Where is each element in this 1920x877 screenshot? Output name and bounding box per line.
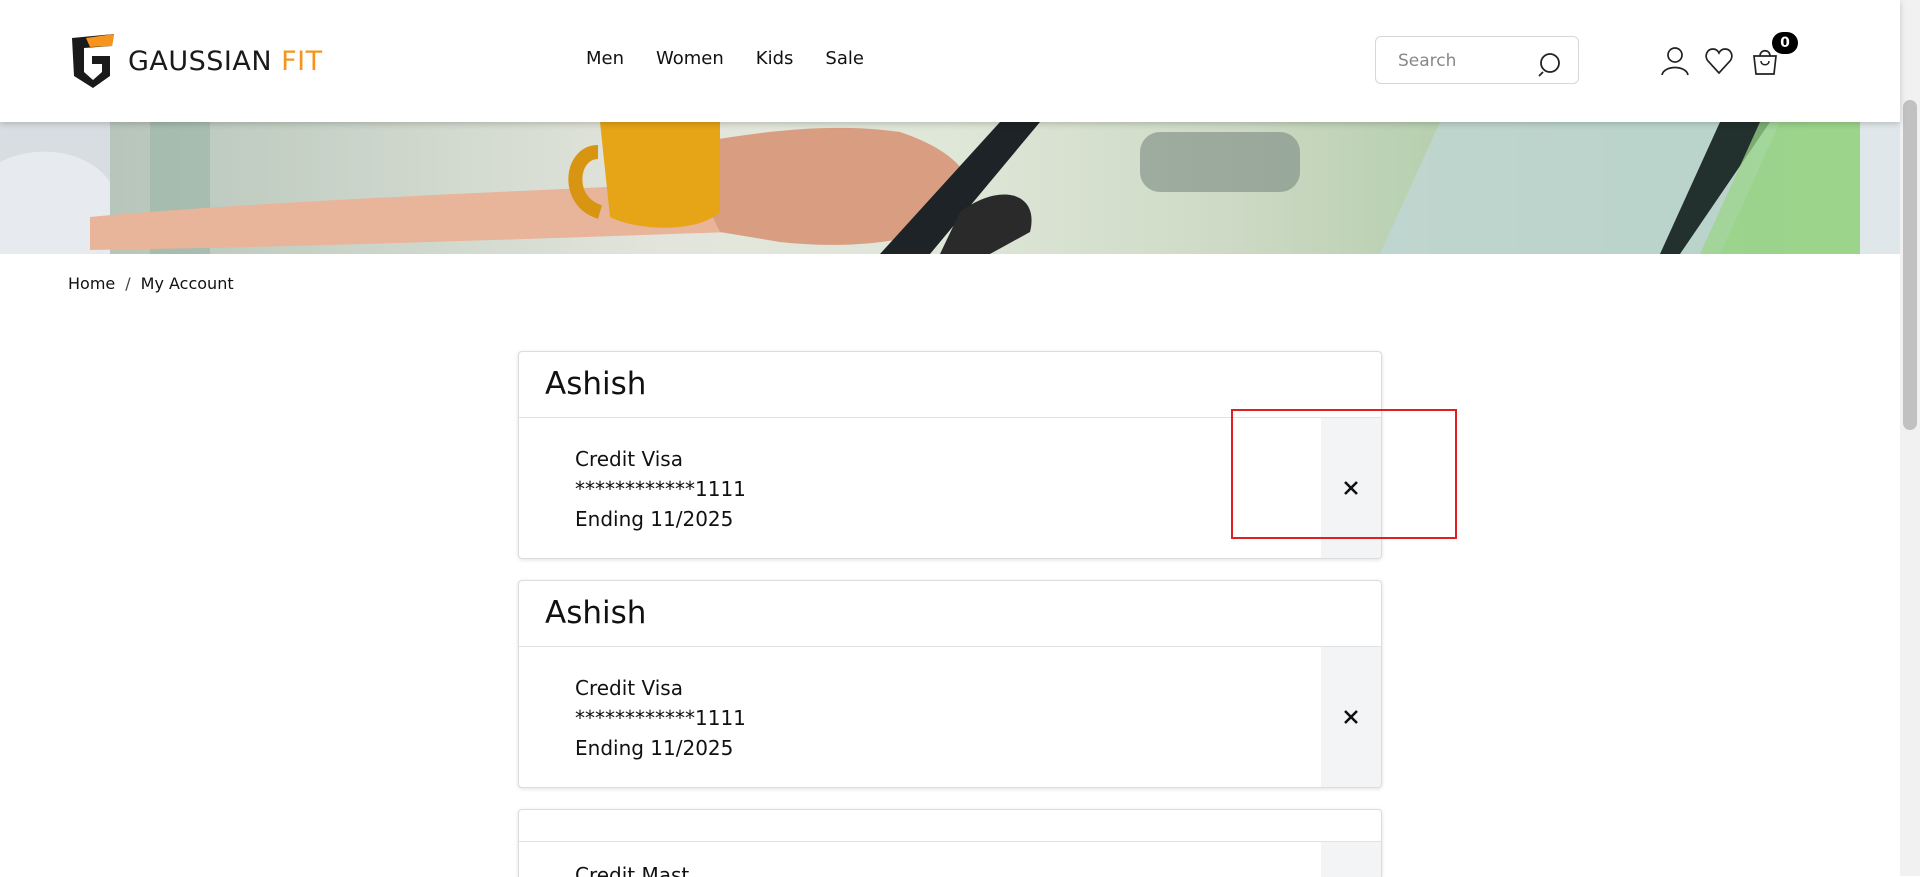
banner-photo-illustration <box>0 122 1900 254</box>
nav-sale[interactable]: Sale <box>825 48 864 69</box>
card-body: Credit Visa ************1111 Ending 11/2… <box>519 418 1381 558</box>
cardholder-name: Ashish <box>545 366 647 402</box>
brand-logo[interactable]: GAUSSIAN FIT <box>66 32 323 90</box>
search-icon[interactable] <box>1538 51 1564 77</box>
card-number: ************1111 <box>575 477 746 501</box>
card-type: Credit Visa <box>575 676 683 700</box>
payment-card: Ashish Credit Visa ************1111 Endi… <box>518 351 1382 559</box>
site-header: GAUSSIAN FIT Men Women Kids Sale 0 <box>0 0 1900 122</box>
nav-women[interactable]: Women <box>656 48 724 69</box>
cardholder-name: Ashish <box>545 595 647 631</box>
logo-brand-accent: FIT <box>281 45 323 77</box>
card-details: Credit Mast <box>575 860 689 877</box>
logo-text: GAUSSIAN FIT <box>128 46 323 77</box>
delete-card-button[interactable] <box>1321 842 1381 877</box>
breadcrumb-home[interactable]: Home <box>68 274 115 293</box>
card-header <box>519 810 1381 842</box>
payment-card: Credit Mast <box>518 809 1382 877</box>
logo-shield-icon <box>72 34 114 88</box>
card-details: Credit Visa ************1111 Ending 11/2… <box>575 444 746 534</box>
search-box <box>1375 36 1579 85</box>
close-icon <box>1344 481 1358 495</box>
card-body: Credit Visa ************1111 Ending 11/2… <box>519 647 1381 787</box>
card-expiry: Ending 11/2025 <box>575 507 734 531</box>
hero-banner-image <box>0 122 1900 254</box>
heart-icon[interactable] <box>1704 46 1734 76</box>
search-input[interactable] <box>1396 37 1530 85</box>
card-header: Ashish <box>519 352 1381 418</box>
card-header: Ashish <box>519 581 1381 647</box>
user-icon[interactable] <box>1660 46 1690 76</box>
nav-men[interactable]: Men <box>586 48 624 69</box>
card-expiry: Ending 11/2025 <box>575 736 734 760</box>
card-body: Credit Mast <box>519 842 1381 877</box>
nav-kids[interactable]: Kids <box>756 48 794 69</box>
scrollbar-thumb[interactable] <box>1903 100 1917 430</box>
breadcrumb-separator: / <box>125 274 131 293</box>
main-nav: Men Women Kids Sale <box>586 48 864 69</box>
page-scrollbar[interactable] <box>1900 0 1920 876</box>
card-number: ************1111 <box>575 706 746 730</box>
breadcrumb-current: My Account <box>140 274 234 293</box>
delete-card-button[interactable] <box>1321 647 1381 787</box>
delete-card-button[interactable] <box>1321 418 1381 558</box>
close-icon <box>1344 710 1358 724</box>
cart-count-badge: 0 <box>1772 32 1798 54</box>
card-type: Credit Mast <box>575 863 690 877</box>
card-type: Credit Visa <box>575 447 683 471</box>
payment-card: Ashish Credit Visa ************1111 Endi… <box>518 580 1382 788</box>
logo-brand-primary: GAUSSIAN <box>128 45 273 77</box>
breadcrumb: Home / My Account <box>68 274 234 293</box>
card-details: Credit Visa ************1111 Ending 11/2… <box>575 673 746 763</box>
